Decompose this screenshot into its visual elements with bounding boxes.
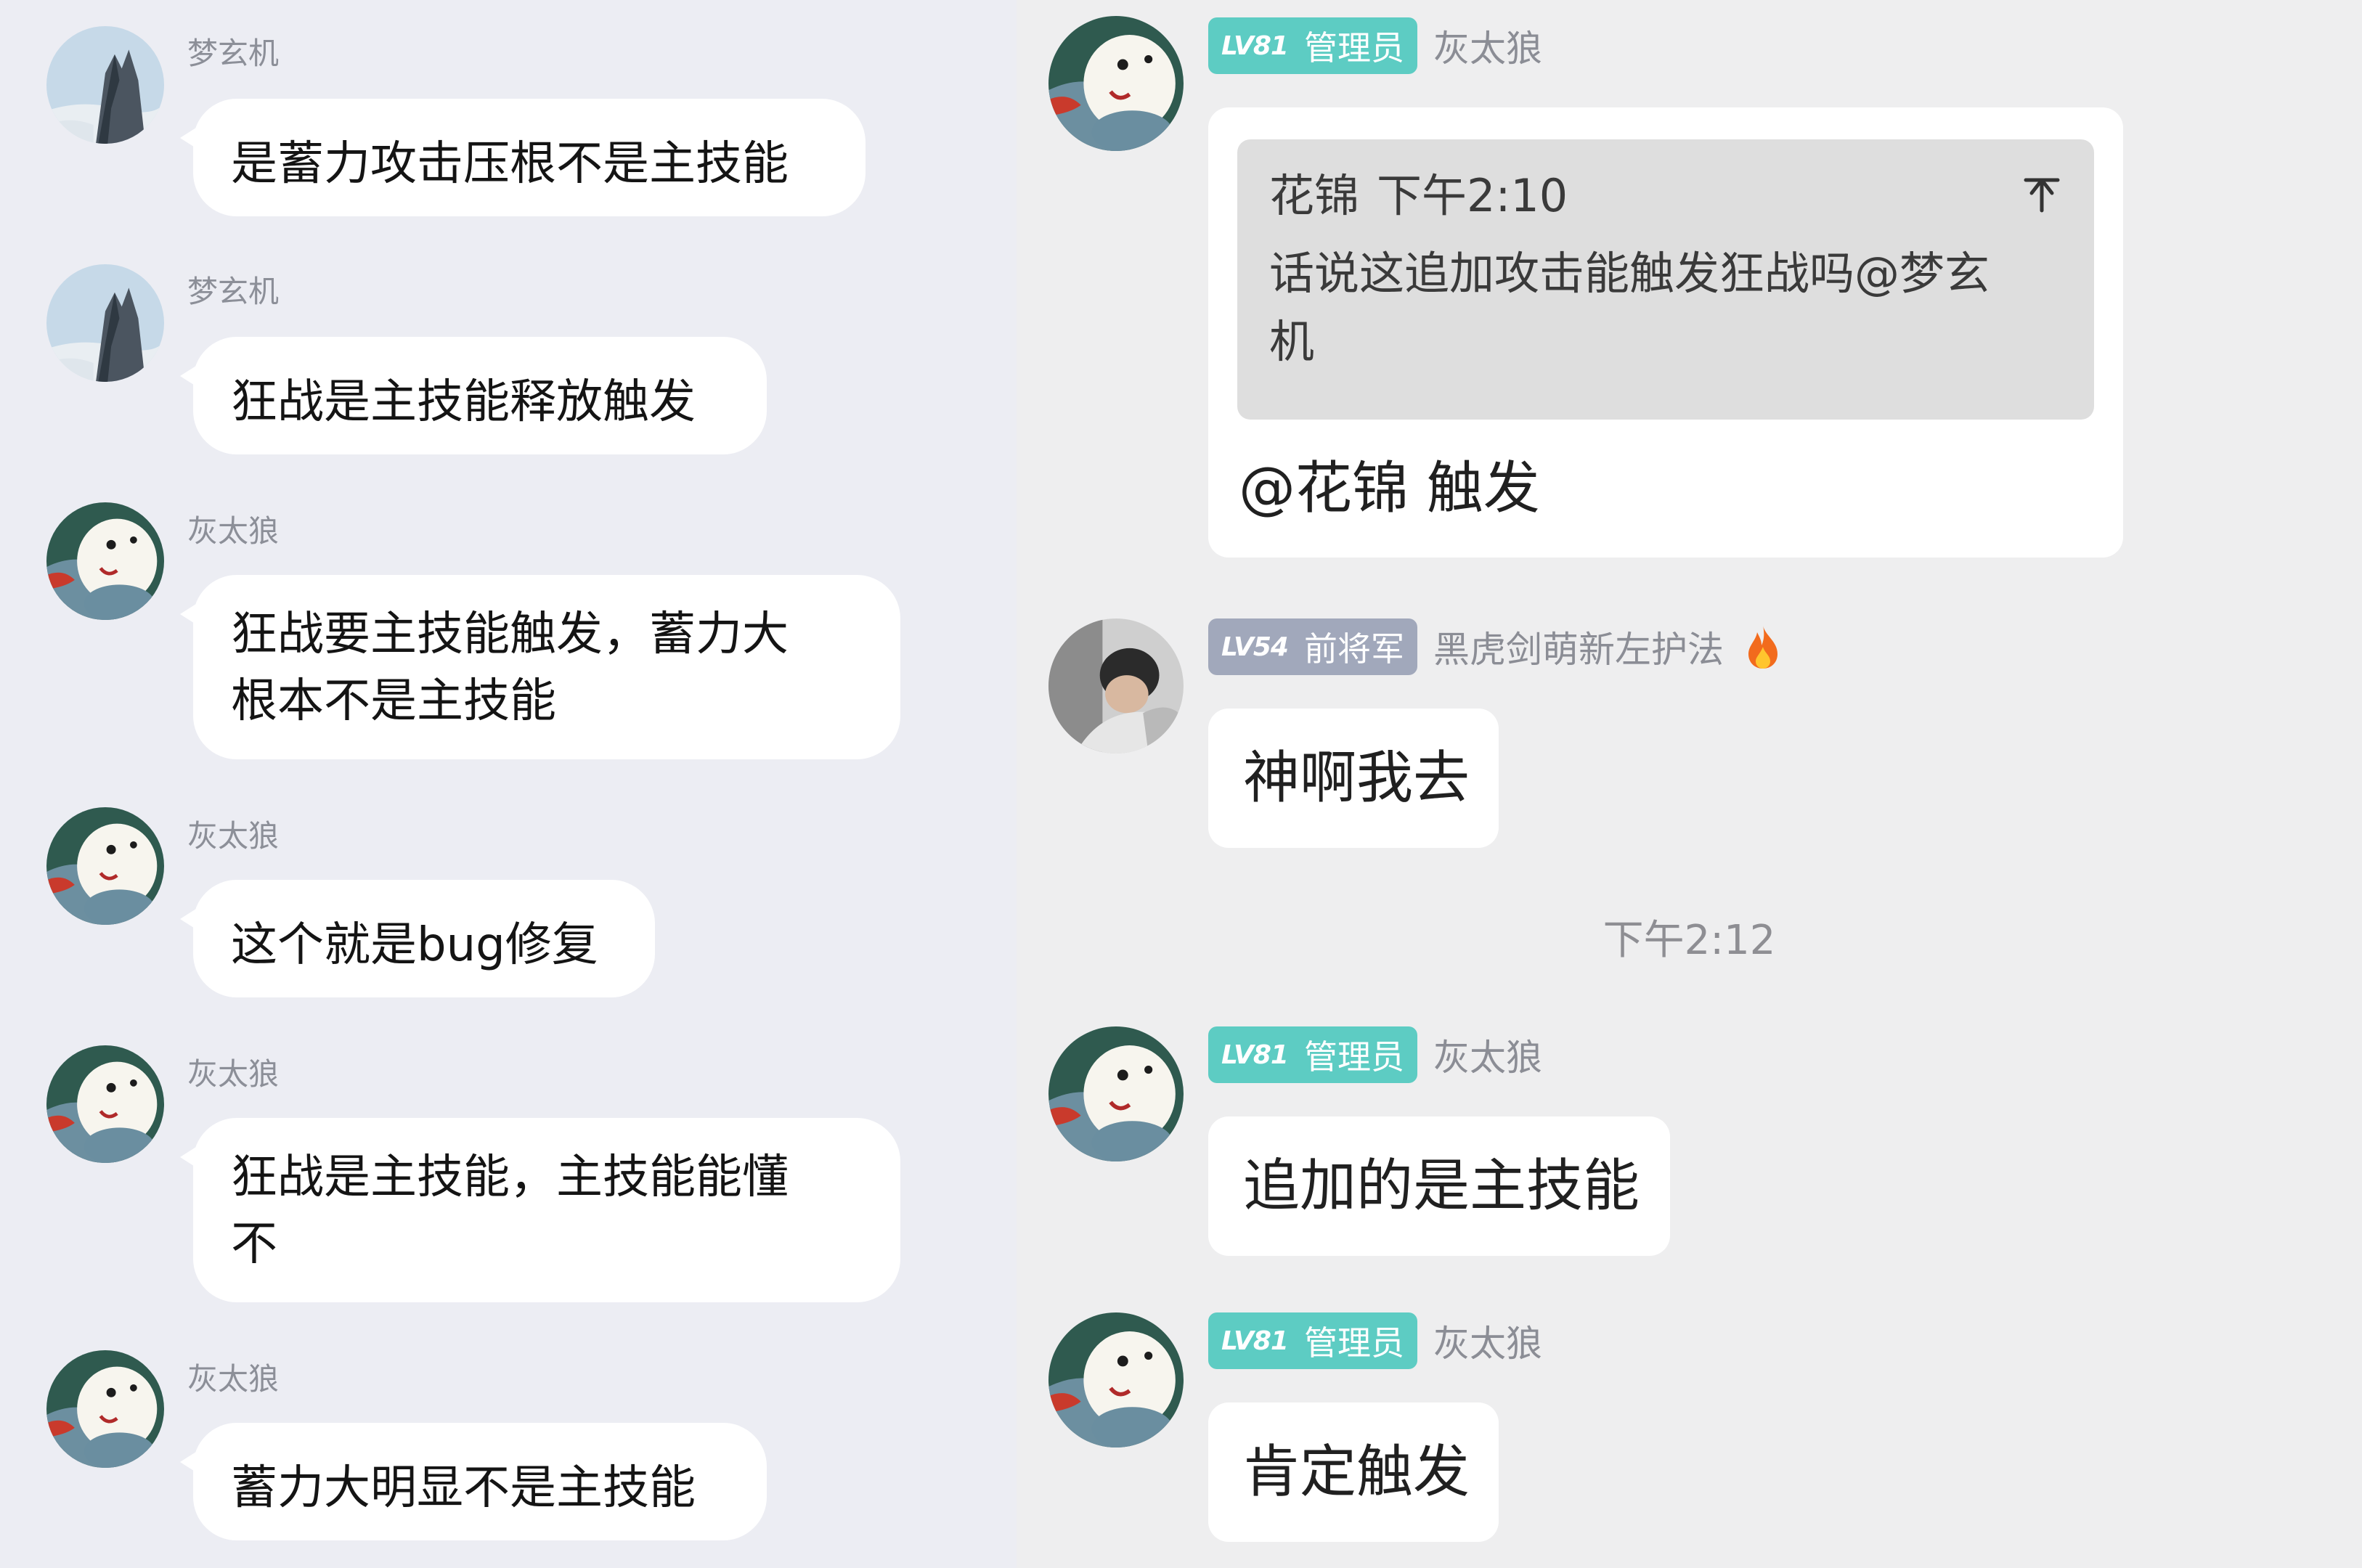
cartoon-avatar[interactable] (46, 1045, 164, 1163)
cartoon-avatar[interactable] (1048, 1026, 1184, 1161)
pin-icon[interactable] (2021, 174, 2062, 215)
level-badge: LV81 管理员 (1208, 1026, 1417, 1083)
message-bubble[interactable]: 神啊我去 (1208, 709, 1499, 848)
photo-avatar[interactable] (1048, 618, 1184, 754)
right-chat-panel: LV81 管理员 灰太狼 花锦 下午2:10 话说这追加攻击能触发狂战吗@梦玄 … (1017, 0, 2362, 1568)
level-badge: LV81 管理员 (1208, 17, 1417, 74)
level-label: LV54 (1221, 632, 1289, 662)
sender-name: 灰太狼 (187, 818, 280, 854)
role-label: 管理员 (1303, 1037, 1404, 1077)
message-bubble[interactable]: 是蓄力攻击压根不是主技能 (180, 99, 866, 216)
fire-icon (1748, 625, 1777, 669)
cartoon-avatar[interactable] (46, 1350, 164, 1468)
message-bubble[interactable]: 肯定触发 (1208, 1402, 1499, 1542)
sender-name[interactable]: 黑虎剑萌新左护法 (1433, 621, 1724, 673)
level-label: LV81 (1221, 1040, 1289, 1070)
level-badge: LV81 管理员 (1208, 1312, 1417, 1369)
left-chat-panel: 梦玄机 是蓄力攻击压根不是主技能 梦玄机 狂战是主技能释放触发 灰太狼 狂战要主… (0, 0, 1017, 1568)
message-text-line: 不 (231, 1217, 277, 1271)
message-text: 蓄力大明显不是主技能 (231, 1461, 696, 1515)
mountain-avatar[interactable] (46, 264, 164, 382)
reply-text: @花锦 触发 (1239, 456, 1540, 521)
message-text-line: 狂战是主技能，主技能能懂 (231, 1151, 789, 1204)
message-bubble[interactable]: 蓄力大明显不是主技能 (180, 1423, 767, 1540)
quoted-text-line: 话说这追加攻击能触发狂战吗@梦玄 (1269, 247, 1990, 300)
role-label: 前将军 (1303, 629, 1404, 669)
message-bubble[interactable]: 狂战是主技能释放触发 (180, 337, 767, 454)
message-text-line: 狂战要主技能触发，蓄力大 (231, 608, 789, 661)
level-label: LV81 (1221, 1326, 1289, 1356)
level-label: LV81 (1221, 30, 1289, 61)
quoted-header: 花锦 下午2:10 (1269, 167, 2064, 225)
mountain-avatar[interactable] (46, 26, 164, 144)
message-bubble[interactable]: 这个就是bug修复 (180, 880, 655, 997)
message-meta: LV81 管理员 灰太狼 (1208, 1026, 1542, 1083)
message-meta: LV54 前将军 黑虎剑萌新左护法 (1208, 618, 1783, 675)
message-text: 肯定触发 (1243, 1440, 1470, 1505)
cartoon-avatar[interactable] (46, 502, 164, 620)
quoted-text-line: 机 (1269, 315, 1315, 368)
sender-name: 灰太狼 (187, 1056, 280, 1092)
message-text: 是蓄力攻击压根不是主技能 (231, 137, 789, 191)
message-text-line: 根本不是主技能 (231, 674, 556, 728)
quoted-author: 花锦 (1269, 169, 1360, 222)
sender-name[interactable]: 灰太狼 (1433, 1315, 1542, 1367)
quoted-message[interactable]: 花锦 下午2:10 话说这追加攻击能触发狂战吗@梦玄 机 (1237, 139, 2094, 420)
sender-name: 梦玄机 (187, 36, 280, 71)
message-bubble[interactable]: 追加的是主技能 (1208, 1116, 1670, 1256)
quoted-time: 下午2:10 (1377, 169, 1568, 222)
message-meta: LV81 管理员 灰太狼 (1208, 17, 1542, 74)
message-bubble[interactable]: 狂战是主技能，主技能能懂 不 (180, 1118, 900, 1302)
sender-name: 梦玄机 (187, 274, 280, 309)
sender-name: 灰太狼 (187, 1361, 280, 1397)
quoted-text: 话说这追加攻击能触发狂战吗@梦玄 机 (1269, 240, 2064, 376)
role-label: 管理员 (1303, 1323, 1404, 1363)
sender-name[interactable]: 灰太狼 (1433, 1029, 1542, 1081)
message-text: 这个就是bug修复 (231, 918, 598, 972)
message-text: 狂战是主技能释放触发 (231, 375, 696, 429)
cartoon-avatar[interactable] (1048, 1312, 1184, 1447)
sender-name: 灰太狼 (187, 513, 280, 549)
sender-name[interactable]: 灰太狼 (1433, 20, 1542, 72)
quote-reply-bubble[interactable]: 花锦 下午2:10 话说这追加攻击能触发狂战吗@梦玄 机 @花锦 触发 (1208, 107, 2123, 558)
message-bubble[interactable]: 狂战要主技能触发，蓄力大 根本不是主技能 (180, 575, 900, 759)
timestamp-divider: 下午2:12 (1603, 917, 1776, 964)
level-badge: LV54 前将军 (1208, 618, 1417, 675)
cartoon-avatar[interactable] (46, 807, 164, 925)
role-label: 管理员 (1303, 28, 1404, 68)
cartoon-avatar[interactable] (1048, 16, 1184, 151)
message-text: 追加的是主技能 (1243, 1153, 1640, 1219)
message-text: 神啊我去 (1243, 746, 1470, 811)
message-meta: LV81 管理员 灰太狼 (1208, 1312, 1542, 1369)
